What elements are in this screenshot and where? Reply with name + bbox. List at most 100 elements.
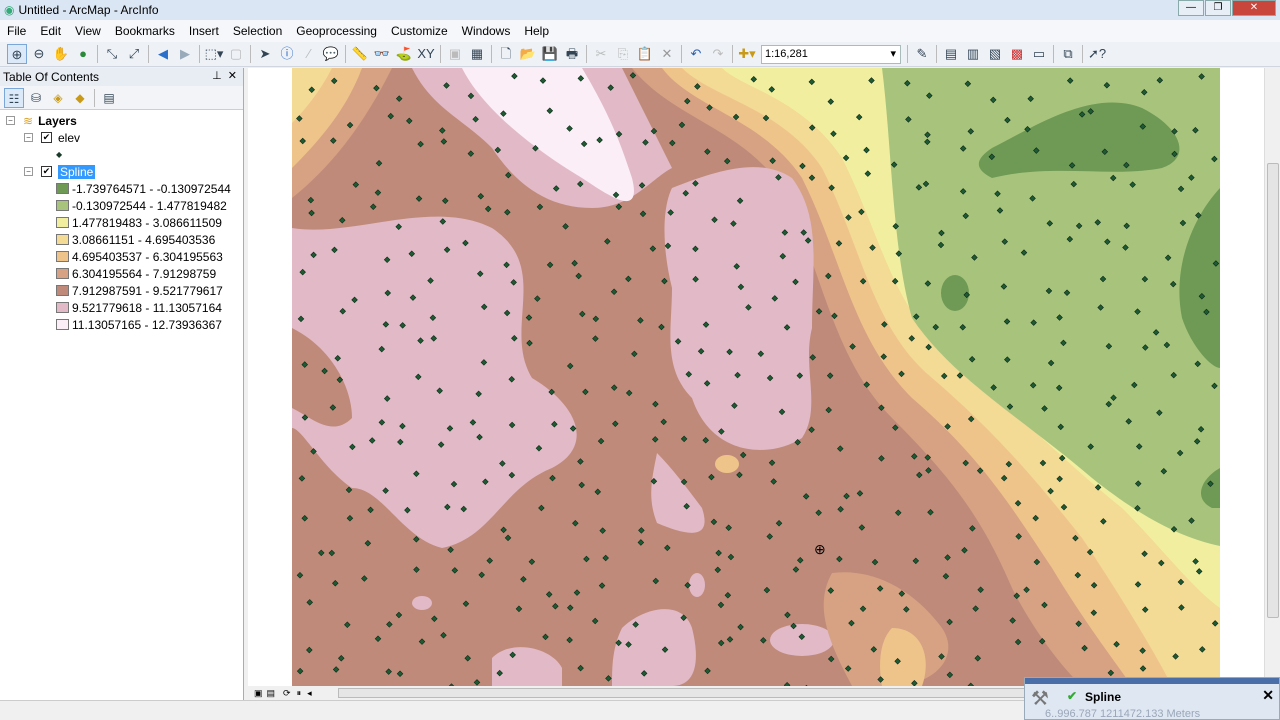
python-window-icon[interactable]: ▭ [1029, 44, 1049, 64]
title-bar: ◉ Untitled - ArcMap - ArcInfo — ❐ ✕ [0, 0, 1280, 20]
legend-label: -0.130972544 - 1.477819482 [72, 198, 227, 213]
list-by-visibility-icon[interactable]: ◈ [48, 88, 68, 108]
pin-icon[interactable]: ⊥ [212, 70, 222, 82]
point-symbol-icon: ◆ [56, 150, 63, 159]
map-scale-select[interactable]: 1:16,281 [761, 44, 901, 64]
paste-icon[interactable]: 📋 [635, 44, 655, 64]
zoom-cursor-icon: ⊕ [814, 541, 826, 557]
legend-swatch [56, 200, 69, 211]
scroll-thumb[interactable] [1267, 163, 1279, 618]
add-data-icon[interactable]: ✚▾ [737, 44, 757, 64]
find-icon[interactable]: 👓 [372, 44, 392, 64]
delete-icon[interactable]: ✕ [657, 44, 677, 64]
legend-label: -1.739764571 - -0.130972544 [72, 181, 231, 196]
print-icon[interactable]: 🖶 [562, 44, 582, 64]
menu-geoprocessing[interactable]: Geoprocessing [289, 24, 384, 38]
legend-class[interactable]: -1.739764571 - -0.130972544 [56, 180, 231, 197]
pan-icon[interactable]: ✋ [51, 44, 71, 64]
map-canvas[interactable]: ⊕ [248, 68, 1264, 686]
zoom-in-icon[interactable]: ⊕ [7, 44, 27, 64]
elev-point-symbol[interactable]: ◆ [56, 146, 62, 163]
menu-edit[interactable]: Edit [33, 24, 68, 38]
menu-selection[interactable]: Selection [226, 24, 289, 38]
vertical-scrollbar[interactable] [1264, 68, 1280, 686]
menu-windows[interactable]: Windows [455, 24, 518, 38]
select-features-icon[interactable]: ⬚▾ [204, 44, 224, 64]
menu-insert[interactable]: Insert [182, 24, 226, 38]
collapse-icon[interactable]: − [6, 116, 15, 125]
menu-bookmarks[interactable]: Bookmarks [108, 24, 182, 38]
legend-class[interactable]: 7.912987591 - 9.521779617 [56, 282, 223, 299]
back-icon[interactable]: ◀ [153, 44, 173, 64]
data-frame-layers[interactable]: − ≋ Layers [6, 112, 77, 129]
collapse-icon[interactable]: − [24, 167, 33, 176]
whats-this-icon[interactable]: ➚? [1087, 44, 1107, 64]
pause-drawing-icon[interactable]: ⏸ [297, 688, 302, 699]
close-notification-icon[interactable]: ✕ [1262, 687, 1274, 704]
toc-close-icon[interactable]: ✕ [228, 70, 237, 82]
toc-window-icon[interactable]: ▤ [941, 44, 961, 64]
layer-elev[interactable]: − ✔ elev [24, 129, 80, 146]
fixed-zoom-in-icon[interactable]: ⤡ [102, 44, 122, 64]
measure-icon[interactable]: 📏 [350, 44, 370, 64]
layout-view-icon[interactable]: ▤ [267, 688, 276, 699]
toolbar: ⊕ ⊖ ✋ ● ⤡ ⤢ ◀ ▶ ⬚▾ ▢ ➤ ⓘ ⁄ 💬 📏 👓 ⛳ XY ▣ … [0, 42, 1280, 67]
go-to-xy-icon[interactable]: XY [416, 44, 436, 64]
collapse-icon[interactable]: − [24, 133, 33, 142]
data-view-icon[interactable]: ▣ [254, 688, 263, 699]
scroll-left-icon[interactable]: ◂ [307, 688, 312, 699]
list-by-source-icon[interactable]: ⛁ [26, 88, 46, 108]
copy-icon[interactable]: ⎘ [613, 44, 633, 64]
legend-class[interactable]: 11.13057165 - 12.73936367 [56, 316, 222, 333]
list-by-drawing-order-icon[interactable]: ☷ [4, 87, 24, 108]
zoom-out-icon[interactable]: ⊖ [29, 44, 49, 64]
save-icon[interactable]: 💾 [540, 44, 560, 64]
catalog-window-icon[interactable]: ▥ [963, 44, 983, 64]
menu-customize[interactable]: Customize [384, 24, 455, 38]
open-icon[interactable]: 📂 [518, 44, 538, 64]
time-slider-icon[interactable]: ▣ [445, 44, 465, 64]
legend-class[interactable]: 3.08661151 - 4.695403536 [56, 231, 215, 248]
editor-toolbar-icon[interactable]: ✎ [912, 44, 932, 64]
map-view[interactable]: ⊕ [248, 68, 1264, 686]
legend-class[interactable]: 6.304195564 - 7.91298759 [56, 265, 216, 282]
list-by-selection-icon[interactable]: ◆ [70, 88, 90, 108]
full-extent-icon[interactable]: ● [73, 44, 93, 64]
arctoolbox-icon[interactable]: ▩ [1007, 44, 1027, 64]
layer-spline[interactable]: − ✔ Spline [24, 163, 96, 180]
success-check-icon: ✔ [1067, 689, 1078, 703]
hyperlink-icon[interactable]: ⁄ [299, 44, 319, 64]
identify-icon[interactable]: ⓘ [277, 44, 297, 64]
undo-icon[interactable]: ↶ [686, 44, 706, 64]
menu-help[interactable]: Help [517, 24, 556, 38]
html-popup-icon[interactable]: 💬 [321, 44, 341, 64]
legend-class[interactable]: 1.477819483 - 3.086611509 [56, 214, 222, 231]
new-document-icon[interactable]: 🗋 [496, 44, 516, 64]
legend-class[interactable]: 9.521779618 - 11.13057164 [56, 299, 222, 316]
menu-view[interactable]: View [68, 24, 108, 38]
options-icon[interactable]: ▤ [99, 88, 119, 108]
minimize-button[interactable]: — [1178, 0, 1204, 16]
legend-swatch [56, 183, 69, 194]
find-route-icon[interactable]: ⛳ [394, 44, 414, 64]
close-button[interactable]: ✕ [1232, 0, 1276, 16]
legend-class[interactable]: 4.695403537 - 6.304195563 [56, 248, 223, 265]
layer-visibility-checkbox[interactable]: ✔ [41, 132, 52, 143]
cut-icon[interactable]: ✂ [591, 44, 611, 64]
create-viewer-icon[interactable]: ▦ [467, 44, 487, 64]
search-window-icon[interactable]: ▧ [985, 44, 1005, 64]
legend-class[interactable]: -0.130972544 - 1.477819482 [56, 197, 227, 214]
menu-file[interactable]: File [0, 24, 33, 38]
modelbuilder-icon[interactable]: ⧉ [1058, 44, 1078, 64]
select-elements-icon[interactable]: ➤ [255, 44, 275, 64]
layer-visibility-checkbox[interactable]: ✔ [41, 166, 52, 177]
data-frame-label: Layers [38, 113, 77, 128]
fixed-zoom-out-icon[interactable]: ⤢ [124, 44, 144, 64]
redo-icon[interactable]: ↷ [708, 44, 728, 64]
maximize-button[interactable]: ❐ [1205, 0, 1231, 16]
process-notification[interactable]: ⚒ ✔ Spline 6..996.787 1211472.133 Meters… [1024, 677, 1280, 720]
clear-selection-icon[interactable]: ▢ [226, 44, 246, 64]
forward-icon[interactable]: ▶ [175, 44, 195, 64]
refresh-icon[interactable]: ⟳ [283, 688, 291, 699]
toc-title: Table Of Contents [3, 70, 100, 84]
